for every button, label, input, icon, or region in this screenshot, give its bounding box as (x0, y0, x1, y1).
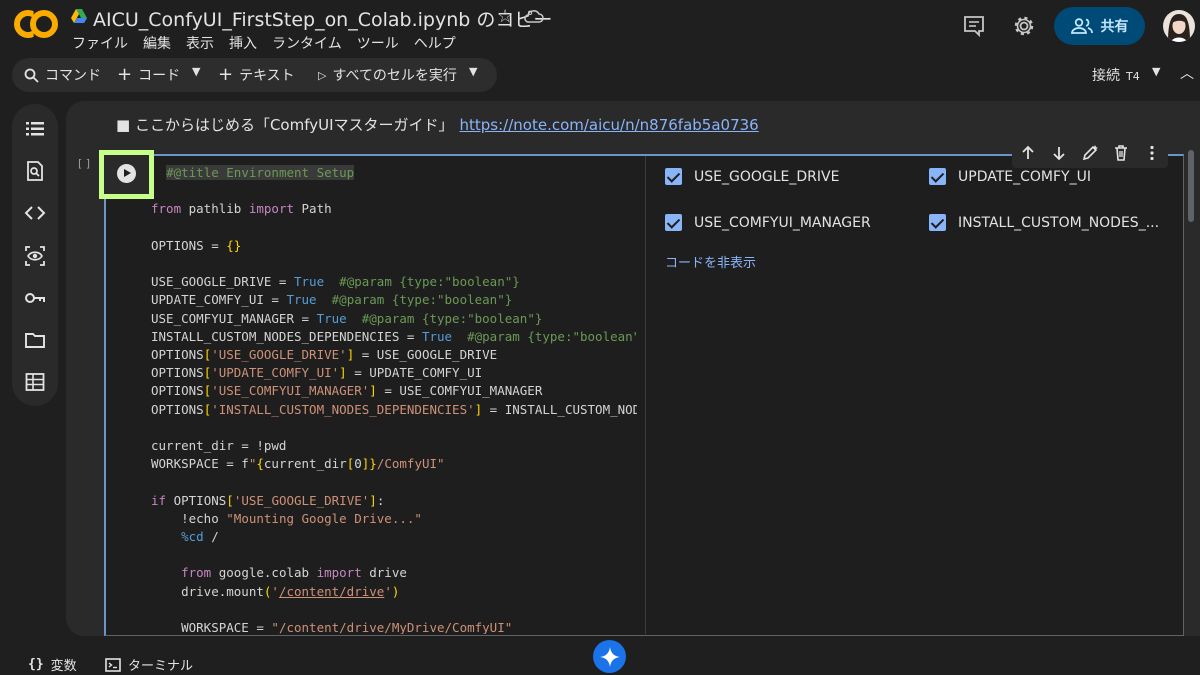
checkbox-checked-icon (929, 168, 946, 185)
side-rail (12, 104, 58, 406)
search-icon (24, 68, 39, 83)
menu-bar: ファイル 編集 表示 挿入 ランタイム ツール ヘルプ (72, 33, 456, 53)
plus-icon: + (218, 64, 234, 85)
settings-gear-icon[interactable] (1012, 14, 1036, 38)
markdown-cell[interactable]: ■ ここからはじめる「ComfyUIマスターガイド」 https://note.c… (116, 114, 759, 135)
delete-trash-icon[interactable] (1112, 144, 1130, 162)
secrets-key-icon[interactable] (24, 287, 46, 309)
code-snippets-icon[interactable] (24, 202, 46, 224)
colab-logo[interactable] (14, 10, 58, 38)
star-icon[interactable]: ☆ (497, 6, 513, 27)
braces-icon: {} (28, 657, 44, 672)
gemini-sparkle-button[interactable] (593, 640, 626, 673)
variable-inspector-icon[interactable] (24, 245, 46, 267)
run-cell-button[interactable] (117, 164, 136, 183)
terminal-button[interactable]: ターミナル (105, 655, 193, 674)
checkbox-label: USE_COMFYUI_MANAGER (694, 214, 871, 231)
data-table-icon[interactable] (24, 371, 46, 393)
menu-runtime[interactable]: ランタイム (272, 33, 342, 53)
collapse-header-icon[interactable]: ︿ (1180, 63, 1194, 83)
execution-count: [ ] (78, 157, 91, 170)
cell-toolbar (1012, 138, 1168, 168)
checkbox-checked-icon (665, 214, 682, 231)
google-drive-icon (71, 9, 87, 23)
form-divider (645, 156, 646, 634)
sparkle-icon (599, 646, 620, 667)
checkbox-use-google-drive[interactable]: USE_GOOGLE_DRIVE (665, 168, 839, 185)
title-comment: #@title Environment Setup (166, 165, 355, 180)
menu-insert[interactable]: 挿入 (229, 33, 257, 53)
files-folder-icon[interactable] (24, 329, 46, 351)
checkbox-label: USE_GOOGLE_DRIVE (694, 168, 840, 185)
add-code-dropdown-icon[interactable]: ▼ (192, 65, 200, 78)
cloud-icon[interactable] (524, 8, 544, 24)
comment-icon[interactable] (962, 14, 986, 38)
share-button[interactable]: 共有 (1054, 7, 1145, 45)
checkbox-checked-icon (929, 214, 946, 231)
run-all-button[interactable]: ▷ すべてのセルを実行 (318, 65, 457, 85)
markdown-text: ■ ここからはじめる「ComfyUIマスターガイド」 (116, 116, 454, 134)
menu-edit[interactable]: 編集 (143, 33, 171, 53)
connect-dropdown-icon[interactable]: ▼ (1152, 65, 1160, 78)
command-label: コマンド (45, 68, 101, 84)
variables-button[interactable]: {} 変数 (28, 655, 77, 674)
checkbox-label: INSTALL_CUSTOM_NODES_... (958, 214, 1160, 231)
hide-code-link[interactable]: コードを非表示 (665, 252, 756, 271)
checkbox-checked-icon (665, 168, 682, 185)
terminal-label: ターミナル (128, 659, 194, 674)
variables-label: 変数 (50, 659, 77, 674)
code-editor[interactable]: #@title Environment Setup from pathlib i… (151, 164, 637, 634)
connect-label: 接続 (1092, 68, 1120, 84)
notebook-title[interactable]: AICU_ConfyUI_FirstStep_on_Colab.ipynb のコ… (93, 5, 552, 32)
add-text-button[interactable]: + テキスト (218, 65, 295, 85)
arrow-down-icon[interactable] (1050, 144, 1068, 162)
edit-pencil-icon[interactable] (1081, 144, 1099, 162)
notebook-toolbar: コマンド + コード ▼ + テキスト ▷ すべてのセルを実行 ▼ 接続 T4 ▼… (12, 58, 1200, 92)
more-vert-icon[interactable] (1143, 144, 1161, 162)
menu-tools[interactable]: ツール (357, 33, 399, 53)
menu-view[interactable]: 表示 (186, 33, 214, 53)
header: AICU_ConfyUI_FirstStep_on_Colab.ipynb のコ… (0, 0, 1200, 56)
runtime-type: T4 (1126, 70, 1140, 83)
share-label: 共有 (1100, 19, 1129, 35)
scrollbar-thumb[interactable] (1188, 150, 1194, 222)
find-in-notebook-icon[interactable] (24, 160, 46, 182)
people-icon (1070, 18, 1093, 34)
plus-icon: + (117, 64, 133, 85)
checkbox-label: UPDATE_COMFY_UI (958, 168, 1091, 185)
menu-help[interactable]: ヘルプ (414, 33, 456, 53)
run-all-dropdown-icon[interactable]: ▼ (469, 65, 477, 78)
add-text-label: テキスト (239, 68, 295, 84)
guide-link[interactable]: https://note.com/aicu/n/n876fab5a0736 (460, 116, 759, 134)
checkbox-use-comfyui-manager[interactable]: USE_COMFYUI_MANAGER (665, 214, 871, 231)
add-code-button[interactable]: + コード (117, 65, 180, 85)
connect-button[interactable]: 接続 T4 (1092, 65, 1140, 85)
play-icon: ▷ (318, 68, 327, 82)
checkbox-install-custom-nodes[interactable]: INSTALL_CUSTOM_NODES_... (929, 214, 1159, 231)
table-of-contents-icon[interactable] (24, 118, 46, 140)
add-code-label: コード (138, 68, 181, 84)
user-avatar[interactable] (1163, 10, 1195, 42)
terminal-icon (105, 657, 121, 672)
arrow-up-icon[interactable] (1019, 144, 1037, 162)
menu-file[interactable]: ファイル (72, 33, 128, 53)
checkbox-update-comfy-ui[interactable]: UPDATE_COMFY_UI (929, 168, 1091, 185)
run-all-label: すべてのセルを実行 (332, 68, 457, 84)
command-palette-button[interactable]: コマンド (24, 65, 101, 85)
